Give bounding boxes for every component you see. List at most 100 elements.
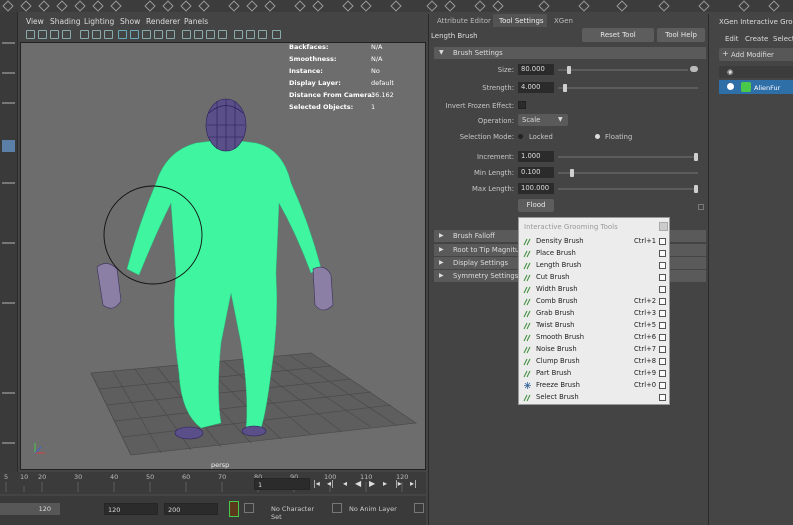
menu-select[interactable]: Select (773, 35, 793, 43)
range-end-field[interactable]: 200 (164, 503, 218, 515)
increment-field[interactable]: 1.000 (518, 151, 554, 162)
option-box-icon[interactable] (659, 298, 666, 305)
shelf-tool-icon[interactable] (698, 0, 710, 12)
anim-layer-icon[interactable] (414, 503, 424, 513)
shelf-tool-icon[interactable] (294, 0, 306, 12)
menu-renderer[interactable]: Renderer (146, 17, 180, 26)
toolbox-button[interactable] (2, 302, 15, 304)
option-box-icon[interactable] (659, 334, 666, 341)
shelf-tool-icon[interactable] (198, 0, 210, 12)
menu-item-part-brush[interactable]: Part Brush Ctrl+9 (521, 368, 667, 380)
slider-range-icon[interactable] (690, 66, 698, 72)
toolbox-button[interactable] (2, 242, 15, 244)
gamma-icon[interactable] (272, 30, 281, 39)
option-box-icon[interactable] (659, 250, 666, 257)
shelf-tool-icon[interactable] (538, 0, 550, 12)
shelf-tool-icon[interactable] (264, 0, 276, 12)
ambient-occlusion-icon[interactable] (206, 30, 215, 39)
add-modifier-button[interactable]: + Add Modifier (719, 48, 793, 61)
shelf-tool-icon[interactable] (616, 0, 628, 12)
menu-item-length-brush[interactable]: Length Brush (521, 260, 667, 272)
toolbox-button[interactable] (2, 72, 15, 74)
motion-blur-icon[interactable] (218, 30, 227, 39)
menu-item-width-brush[interactable]: Width Brush (521, 284, 667, 296)
go-to-start-icon[interactable]: |◂ (313, 479, 320, 488)
multisample-icon[interactable] (234, 30, 243, 39)
radio-floating[interactable] (595, 134, 600, 139)
shelf-tool-icon[interactable] (144, 0, 156, 12)
shelf-tool-icon[interactable] (390, 0, 402, 12)
shelf-tool-icon[interactable] (426, 0, 438, 12)
toolbox-active-button[interactable] (2, 140, 15, 152)
menu-item-freeze-brush[interactable]: Freeze Brush Ctrl+0 (521, 380, 667, 392)
size-slider[interactable] (558, 69, 688, 71)
shelf-tool-icon[interactable] (110, 0, 122, 12)
current-frame-field[interactable]: 1 (254, 478, 310, 490)
menu-item-cut-brush[interactable]: Cut Brush (521, 272, 667, 284)
section-brush-settings[interactable]: ▼ Brush Settings (434, 47, 706, 59)
flood-button[interactable]: Flood (518, 199, 554, 212)
toolbox-button[interactable] (2, 442, 15, 444)
step-forward-frame-icon[interactable]: ▸ (383, 479, 387, 488)
shadows-icon[interactable] (166, 30, 175, 39)
menu-item-select-brush[interactable]: Select Brush (521, 392, 667, 404)
shelf-tool-icon[interactable] (658, 0, 670, 12)
option-box-icon[interactable] (659, 370, 666, 377)
option-box-icon[interactable] (659, 346, 666, 353)
menu-show[interactable]: Show (120, 17, 140, 26)
option-box-icon[interactable] (659, 394, 666, 401)
eye-icon[interactable]: ◉ (727, 68, 733, 76)
min-length-slider-knob[interactable] (570, 169, 574, 177)
max-length-slider-knob[interactable] (694, 185, 698, 193)
menu-shading[interactable]: Shading (50, 17, 80, 26)
max-length-field[interactable]: 100.000 (518, 183, 554, 194)
shelf-tool-icon[interactable] (246, 0, 258, 12)
option-box-icon[interactable] (659, 382, 666, 389)
menu-item-grab-brush[interactable]: Grab Brush Ctrl+3 (521, 308, 667, 320)
anim-layer-dropdown[interactable]: No Anim Layer (346, 503, 406, 515)
strength-slider[interactable] (558, 87, 698, 89)
tab-xgen[interactable]: XGen (554, 17, 573, 25)
menu-item-density-brush[interactable]: Density Brush Ctrl+1 (521, 236, 667, 248)
shelf-tool-icon[interactable] (2, 0, 14, 12)
shelf-tool-icon[interactable] (768, 0, 780, 12)
option-box-icon[interactable] (659, 286, 666, 293)
xray-icon[interactable] (182, 30, 191, 39)
bookmark-icon[interactable] (50, 30, 59, 39)
strength-field[interactable]: 4.000 (518, 82, 554, 93)
shelf-tool-icon[interactable] (312, 0, 324, 12)
color-management-icon[interactable] (258, 30, 267, 39)
smooth-shade-icon[interactable] (130, 30, 139, 39)
strength-slider-knob[interactable] (563, 84, 567, 92)
shelf-tool-icon[interactable] (578, 0, 590, 12)
menu-edit[interactable]: Edit (725, 35, 739, 43)
shelf-tool-icon[interactable] (228, 0, 240, 12)
size-slider-knob[interactable] (567, 66, 571, 74)
option-box-icon[interactable] (659, 238, 666, 245)
option-box-icon[interactable] (659, 274, 666, 281)
auto-key-icon[interactable] (229, 501, 239, 517)
menu-item-comb-brush[interactable]: Comb Brush Ctrl+2 (521, 296, 667, 308)
shelf-tool-icon[interactable] (92, 0, 104, 12)
description-row[interactable]: AlienFur (719, 80, 793, 94)
toolbox-button[interactable] (2, 102, 15, 104)
shelf-tool-icon[interactable] (180, 0, 192, 12)
menu-item-place-brush[interactable]: Place Brush (521, 248, 667, 260)
menu-item-twist-brush[interactable]: Twist Brush Ctrl+5 (521, 320, 667, 332)
min-length-field[interactable]: 0.100 (518, 167, 554, 178)
option-box-icon[interactable] (659, 310, 666, 317)
shelf-tool-icon[interactable] (74, 0, 86, 12)
character-set-icon[interactable] (332, 503, 342, 513)
shelf-tool-icon[interactable] (20, 0, 32, 12)
resolution-gate-icon[interactable] (104, 30, 113, 39)
menu-item-smooth-brush[interactable]: Smooth Brush Ctrl+6 (521, 332, 667, 344)
size-field[interactable]: 80.000 (518, 64, 554, 75)
textured-icon[interactable] (142, 30, 151, 39)
wireframe-icon[interactable] (118, 30, 127, 39)
shelf-tool-icon[interactable] (56, 0, 68, 12)
shelf-tool-icon[interactable] (474, 0, 486, 12)
range-start-left-field[interactable]: 120 (2, 503, 54, 515)
step-forward-key-icon[interactable]: |▸ (395, 479, 402, 488)
max-length-slider[interactable] (558, 188, 698, 190)
isolate-select-icon[interactable] (194, 30, 203, 39)
